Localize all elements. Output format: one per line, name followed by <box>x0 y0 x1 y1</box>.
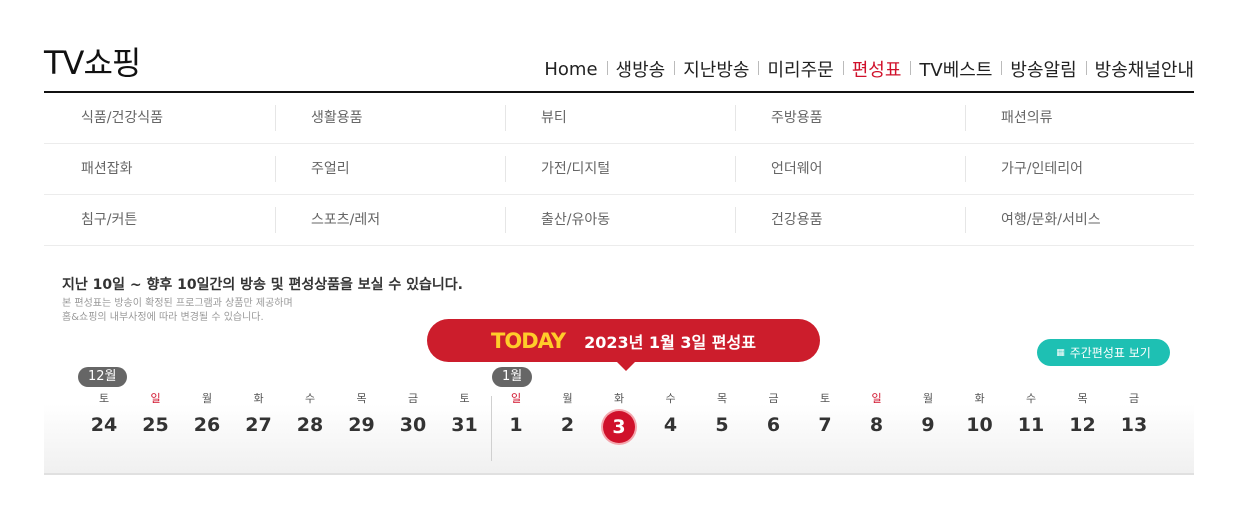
site-logo[interactable]: TV쇼핑 <box>44 38 141 84</box>
weekday-label: 월 <box>922 392 934 405</box>
category-link[interactable]: 건강용품 <box>734 195 964 245</box>
schedule-info-note: 본 편성표는 방송이 확정된 프로그램과 상품만 제공하며 홈&쇼핑의 내부사정… <box>62 297 293 325</box>
day-number: 11 <box>1017 414 1045 436</box>
day-number: 9 <box>921 414 935 436</box>
day-number: 13 <box>1120 414 1148 436</box>
weekday-label: 일 <box>871 392 882 405</box>
schedule-info-title: 지난 10일 ~ 향후 10일간의 방송 및 편성상품을 보실 수 있습니다. <box>62 277 463 293</box>
category-link[interactable]: 침구/커튼 <box>44 195 274 245</box>
category-link[interactable]: 가전/디지털 <box>504 144 734 194</box>
category-row: 식품/건강식품 생활용품 뷰티 주방용품 패션의류 <box>44 93 1194 144</box>
day-number: 24 <box>90 414 118 436</box>
category-grid: 식품/건강식품 생활용품 뷰티 주방용품 패션의류 패션잡화 주얼리 가전/디지… <box>44 93 1194 246</box>
nav-home[interactable]: Home <box>535 59 606 80</box>
day-number: 2 <box>560 414 575 436</box>
category-link[interactable]: 뷰티 <box>504 93 734 143</box>
weekday-label: 금 <box>407 392 419 405</box>
day-number: 8 <box>869 414 884 436</box>
weekday-label: 목 <box>1077 392 1088 405</box>
weekday-label: 화 <box>613 392 625 405</box>
day-number: 31 <box>451 414 478 436</box>
day-number: 29 <box>348 414 375 436</box>
day-number: 6 <box>766 414 781 436</box>
nav-preorder[interactable]: 미리주문 <box>758 56 842 82</box>
month-badge-jan: 1월 <box>492 367 533 387</box>
weekday-label: 금 <box>768 392 779 405</box>
main-nav: Home 생방송 지난방송 미리주문 편성표 TV베스트 방송알림 방송채널안내 <box>535 56 1194 82</box>
nav-alert[interactable]: 방송알림 <box>1001 56 1085 82</box>
weekday-label: 일 <box>510 392 522 405</box>
nav-live[interactable]: 생방송 <box>606 56 675 82</box>
nav-schedule[interactable]: 편성표 <box>842 56 911 82</box>
category-link[interactable]: 출산/유아동 <box>504 195 734 245</box>
day-number: 10 <box>966 414 993 436</box>
month-divider <box>491 396 492 461</box>
day-number: 26 <box>193 414 221 436</box>
category-link[interactable]: 생활용품 <box>274 93 504 143</box>
weekday-label: 금 <box>1128 392 1140 405</box>
weekday-label: 화 <box>974 392 985 405</box>
day-number: 1 <box>509 414 523 436</box>
weekday-label: 화 <box>253 392 264 405</box>
weekday-label: 토 <box>819 392 831 405</box>
weekday-label: 일 <box>150 392 161 405</box>
weekday-label: 월 <box>562 392 573 405</box>
day-number: 25 <box>142 414 169 436</box>
weekday-label: 토 <box>98 392 110 405</box>
nav-past[interactable]: 지난방송 <box>674 56 758 82</box>
category-row: 침구/커튼 스포츠/레저 출산/유아동 건강용품 여행/문화/서비스 <box>44 195 1194 246</box>
category-link[interactable]: 패션잡화 <box>44 144 274 194</box>
weekday-label: 수 <box>1025 392 1037 405</box>
weekday-label: 목 <box>356 392 367 405</box>
category-link[interactable]: 주방용품 <box>734 93 964 143</box>
grid-icon: ▦ <box>1056 347 1065 358</box>
category-link[interactable]: 주얼리 <box>274 144 504 194</box>
schedule-note-line: 본 편성표는 방송이 확정된 프로그램과 상품만 제공하며 <box>62 298 293 309</box>
today-banner: TODAY 2023년 1월 3일 편성표 <box>427 319 820 371</box>
day-number: 12 <box>1069 414 1096 436</box>
weekday-label: 목 <box>716 392 728 405</box>
nav-tv-best[interactable]: TV베스트 <box>910 56 1001 82</box>
day-number: 30 <box>399 414 427 436</box>
today-date: 2023년 1월 3일 편성표 <box>584 332 756 352</box>
month-badge-dec: 12월 <box>78 367 127 387</box>
day-number: 4 <box>663 414 678 436</box>
day-number: 28 <box>296 414 324 436</box>
day-number: 7 <box>818 414 832 436</box>
weekday-label: 월 <box>201 392 213 405</box>
category-link[interactable]: 언더웨어 <box>734 144 964 194</box>
weekly-schedule-button[interactable]: ▦ 주간편성표 보기 <box>1037 339 1170 366</box>
category-link[interactable]: 식품/건강식품 <box>44 93 274 143</box>
category-row: 패션잡화 주얼리 가전/디지털 언더웨어 가구/인테리어 <box>44 144 1194 195</box>
schedule-note-line: 홈&쇼핑의 내부사정에 따라 변경될 수 있습니다. <box>62 312 264 323</box>
day-number: 27 <box>245 414 272 436</box>
category-link[interactable]: 가구/인테리어 <box>964 144 1194 194</box>
category-link[interactable]: 패션의류 <box>964 93 1194 143</box>
weekday-label: 수 <box>304 392 316 405</box>
nav-channel-guide[interactable]: 방송채널안내 <box>1085 56 1194 82</box>
category-link[interactable]: 여행/문화/서비스 <box>964 195 1194 245</box>
day-number: 3 <box>603 411 635 443</box>
category-link[interactable]: 스포츠/레저 <box>274 195 504 245</box>
weekday-label: 토 <box>459 392 470 405</box>
weekday-label: 수 <box>665 392 676 405</box>
weekly-schedule-label: 주간편성표 보기 <box>1069 346 1151 360</box>
day-number: 5 <box>715 414 729 436</box>
today-tag: TODAY <box>491 328 566 353</box>
